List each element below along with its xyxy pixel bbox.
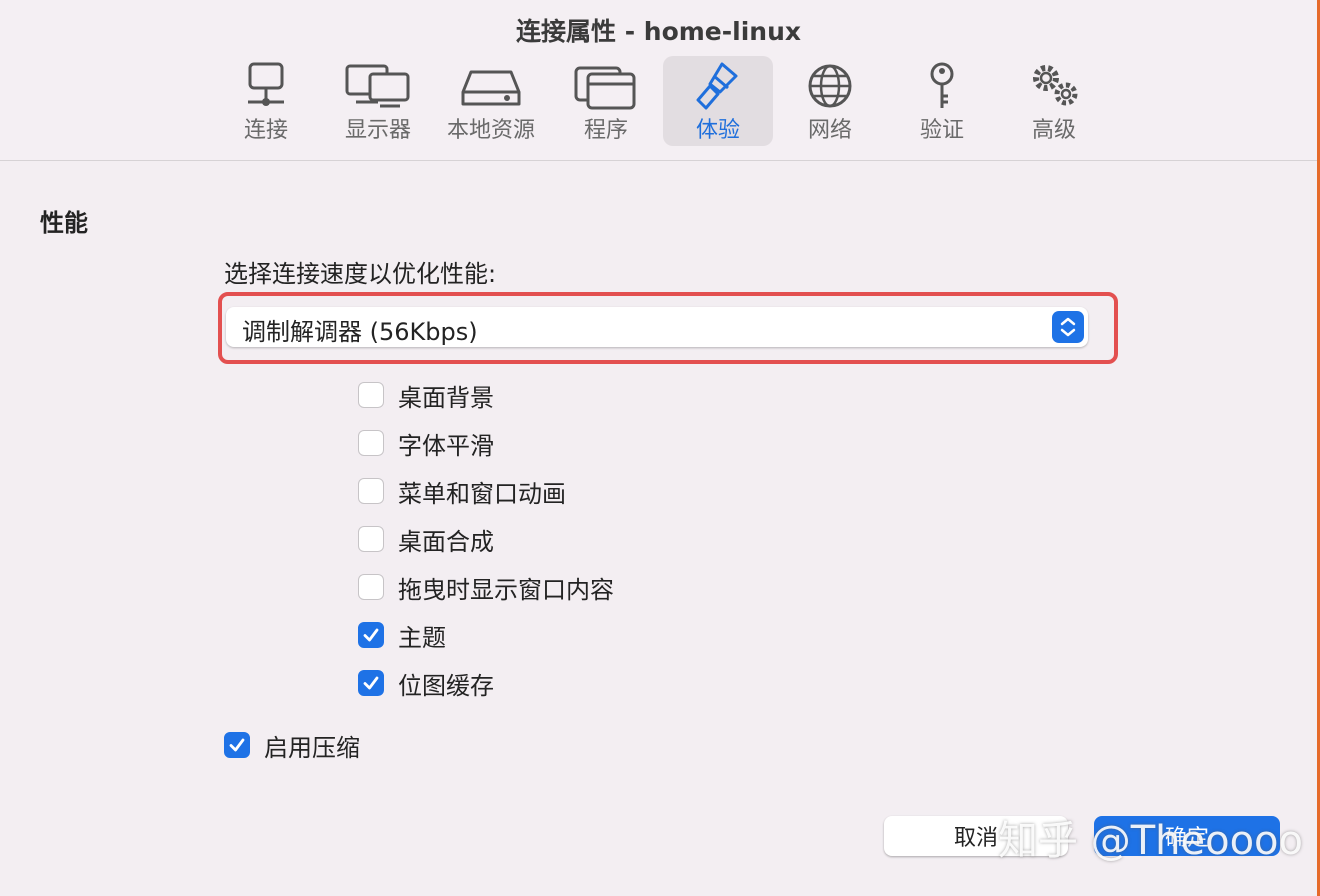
option-show-window-contents-while-dragging[interactable]: 拖曳时显示窗口内容 <box>358 571 614 604</box>
gears-icon <box>1019 62 1089 110</box>
window-title: 连接属性 - home-linux <box>516 17 801 46</box>
tab-local-resources[interactable]: 本地资源 <box>436 56 546 146</box>
tab-label: 验证 <box>919 118 964 143</box>
section-title-performance: 性能 <box>40 209 88 237</box>
toolbar: 连接属性 - home-linux 连接 显示器 本地资源 程序 体验 网络 验… <box>0 0 1317 161</box>
tab-verification[interactable]: 验证 <box>887 56 997 146</box>
option-label: 启用压缩 <box>264 733 360 762</box>
checkbox[interactable] <box>358 574 384 600</box>
tab-displays[interactable]: 显示器 <box>323 56 433 146</box>
option-desktop-background[interactable]: 桌面背景 <box>358 379 494 412</box>
checkbox[interactable] <box>358 526 384 552</box>
option-menu-window-animation[interactable]: 菜单和窗口动画 <box>358 475 566 508</box>
globe-icon <box>795 62 865 110</box>
tab-label: 体验 <box>695 118 740 143</box>
select-stepper[interactable] <box>1052 311 1084 343</box>
programs-icon <box>571 62 641 110</box>
checkbox[interactable] <box>358 670 384 696</box>
checkbox[interactable] <box>358 622 384 648</box>
checkbox[interactable] <box>358 430 384 456</box>
option-themes[interactable]: 主题 <box>358 619 446 652</box>
checkmark-icon <box>229 738 245 752</box>
tab-label: 网络 <box>807 118 852 143</box>
checkmark-icon <box>363 628 379 642</box>
connection-speed-select[interactable]: 调制解调器 (56Kbps) <box>226 307 1088 347</box>
option-label: 位图缓存 <box>398 671 494 700</box>
checkmark-icon <box>363 676 379 690</box>
connection-speed-value: 调制解调器 (56Kbps) <box>242 318 478 346</box>
displays-icon <box>343 62 413 110</box>
tab-label: 高级 <box>1031 118 1076 143</box>
option-label: 菜单和窗口动画 <box>398 479 566 508</box>
drive-icon <box>456 62 526 110</box>
checkbox[interactable] <box>358 478 384 504</box>
tab-connection[interactable]: 连接 <box>211 56 321 146</box>
network-icon <box>231 62 301 110</box>
option-label: 字体平滑 <box>398 431 494 460</box>
option-label: 拖曳时显示窗口内容 <box>398 575 614 604</box>
tab-label: 程序 <box>583 118 628 143</box>
key-icon <box>907 62 977 110</box>
option-enable-compression[interactable]: 启用压缩 <box>224 729 360 762</box>
tab-label: 显示器 <box>344 118 411 143</box>
tab-advanced[interactable]: 高级 <box>999 56 1109 146</box>
checkbox[interactable] <box>224 732 250 758</box>
option-label: 桌面背景 <box>398 383 494 412</box>
tab-label: 本地资源 <box>446 118 535 143</box>
tab-network[interactable]: 网络 <box>775 56 885 146</box>
option-label: 桌面合成 <box>398 527 494 556</box>
option-label: 主题 <box>398 623 446 652</box>
option-desktop-composition[interactable]: 桌面合成 <box>358 523 494 556</box>
brush-icon <box>683 62 753 110</box>
chevron-up-down-icon <box>1060 317 1076 337</box>
checkbox[interactable] <box>358 382 384 408</box>
tab-label: 连接 <box>243 118 288 143</box>
option-font-smoothing[interactable]: 字体平滑 <box>358 427 494 460</box>
option-bitmap-caching[interactable]: 位图缓存 <box>358 667 494 700</box>
tab-programs[interactable]: 程序 <box>551 56 661 146</box>
speed-label: 选择连接速度以优化性能: <box>224 260 497 288</box>
tab-experience[interactable]: 体验 <box>663 56 773 146</box>
watermark: 知乎 @Theoooo <box>998 818 1303 864</box>
